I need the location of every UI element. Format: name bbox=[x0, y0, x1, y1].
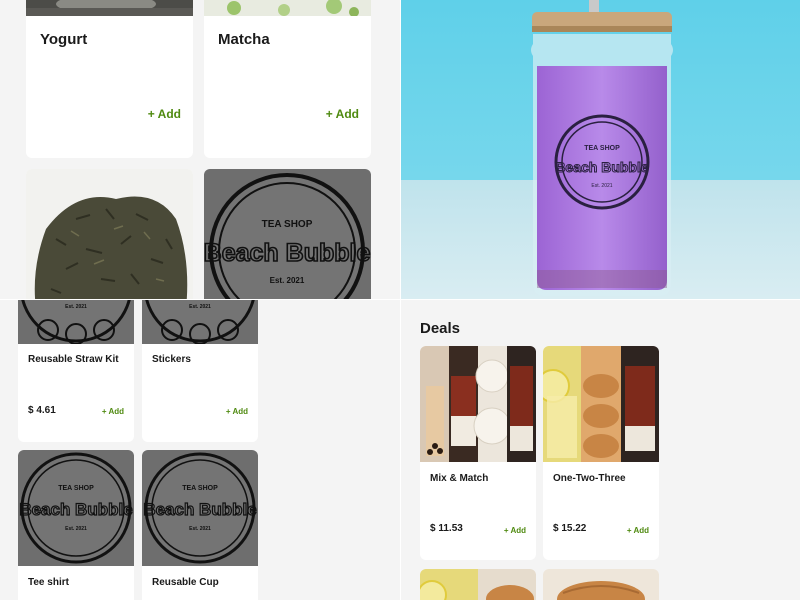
merch-card-straw-kit[interactable]: Est. 2021 Reusable Straw Kit $ 4.61 + Ad… bbox=[18, 300, 134, 442]
logo-main-text: Beach Bubble bbox=[204, 239, 370, 267]
merch-panel: Est. 2021 Reusable Straw Kit $ 4.61 + Ad… bbox=[0, 300, 400, 600]
logo-sub-text: Est. 2021 bbox=[189, 304, 211, 310]
merch-item-name: Reusable Cup bbox=[152, 577, 219, 588]
deals-title: Deals bbox=[420, 320, 461, 337]
deal-image-partial bbox=[543, 569, 659, 600]
menu-card-logo[interactable]: TEA SHOP Beach Bubble Est. 2021 bbox=[204, 169, 371, 299]
logo-sub-text: Est. 2021 bbox=[189, 526, 211, 532]
stickers-image: Est. 2021 bbox=[142, 300, 258, 344]
merch-card-tee-shirt[interactable]: TEA SHOP Beach Bubble Est. 2021 Tee shirt bbox=[18, 450, 134, 600]
panel-divider-horizontal bbox=[0, 299, 800, 300]
deal-image-partial bbox=[420, 569, 536, 600]
yogurt-image bbox=[26, 0, 193, 16]
one-two-three-image bbox=[543, 346, 659, 462]
tee-shirt-image: TEA SHOP Beach Bubble Est. 2021 bbox=[18, 450, 134, 566]
logo-main-text: Beach Bubble bbox=[143, 500, 256, 519]
merch-item-name: Reusable Straw Kit bbox=[28, 354, 119, 365]
add-button[interactable]: + Add bbox=[148, 107, 181, 121]
deal-card-partial-1[interactable] bbox=[420, 569, 536, 600]
beach-bubble-logo: TEA SHOP Beach Bubble Est. 2021 bbox=[204, 173, 371, 299]
reusable-cup-image: TEA SHOP Beach Bubble Est. 2021 bbox=[142, 450, 258, 566]
deal-card-partial-2[interactable] bbox=[543, 569, 659, 600]
logo-main-text: Beach Bubble bbox=[19, 500, 132, 519]
mix-match-image bbox=[420, 346, 536, 462]
add-button[interactable]: + Add bbox=[102, 407, 124, 416]
jar-logo-sub: Est. 2021 bbox=[591, 183, 612, 189]
add-button[interactable]: + Add bbox=[326, 107, 359, 121]
panel-divider-vertical bbox=[400, 0, 401, 600]
straw-kit-image: Est. 2021 bbox=[18, 300, 134, 344]
menu-card-loose-leaf[interactable] bbox=[26, 169, 193, 299]
add-button[interactable]: + Add bbox=[226, 407, 248, 416]
menu-item-name: Yogurt bbox=[40, 31, 88, 48]
logo-top-text: TEA SHOP bbox=[58, 485, 94, 492]
logo-sub-text: Est. 2021 bbox=[65, 304, 87, 310]
logo-top-text: TEA SHOP bbox=[182, 485, 218, 492]
merch-card-stickers[interactable]: Est. 2021 Stickers + Add bbox=[142, 300, 258, 442]
menu-card-matcha[interactable]: Matcha + Add bbox=[204, 0, 371, 158]
menu-card-yogurt[interactable]: Yogurt + Add bbox=[26, 0, 193, 158]
deal-item-price: $ 11.53 bbox=[430, 523, 463, 534]
logo-sub-text: Est. 2021 bbox=[65, 526, 87, 532]
add-button[interactable]: + Add bbox=[504, 526, 526, 535]
menu-item-name: Matcha bbox=[218, 31, 270, 48]
logo-sub-text: Est. 2021 bbox=[270, 276, 305, 285]
menu-panel-top: Yogurt + Add Matcha + Add TEA SHOP Beach… bbox=[0, 0, 400, 299]
deal-card-mix-match[interactable]: Mix & Match $ 11.53 + Add bbox=[420, 346, 536, 560]
logo-top-text: TEA SHOP bbox=[262, 219, 313, 230]
jar-logo-main: Beach Bubble bbox=[555, 159, 649, 175]
merch-item-price: $ 4.61 bbox=[28, 405, 56, 416]
deals-panel: Deals Mix & Match $ 11.53 + Add One-Two-… bbox=[401, 300, 800, 600]
deal-card-one-two-three[interactable]: One-Two-Three $ 15.22 + Add bbox=[543, 346, 659, 560]
loose-leaf-tea-image bbox=[26, 169, 193, 299]
deal-item-name: One-Two-Three bbox=[553, 473, 626, 484]
matcha-image bbox=[204, 0, 371, 16]
add-button[interactable]: + Add bbox=[627, 526, 649, 535]
deal-item-name: Mix & Match bbox=[430, 473, 489, 484]
hero-image: TEA SHOP Beach Bubble Est. 2021 bbox=[401, 0, 800, 299]
merch-item-name: Stickers bbox=[152, 354, 191, 365]
merch-card-reusable-cup[interactable]: TEA SHOP Beach Bubble Est. 2021 Reusable C… bbox=[142, 450, 258, 600]
deal-item-price: $ 15.22 bbox=[553, 523, 587, 534]
merch-item-name: Tee shirt bbox=[28, 577, 69, 588]
jar-logo-top: TEA SHOP bbox=[584, 145, 620, 152]
